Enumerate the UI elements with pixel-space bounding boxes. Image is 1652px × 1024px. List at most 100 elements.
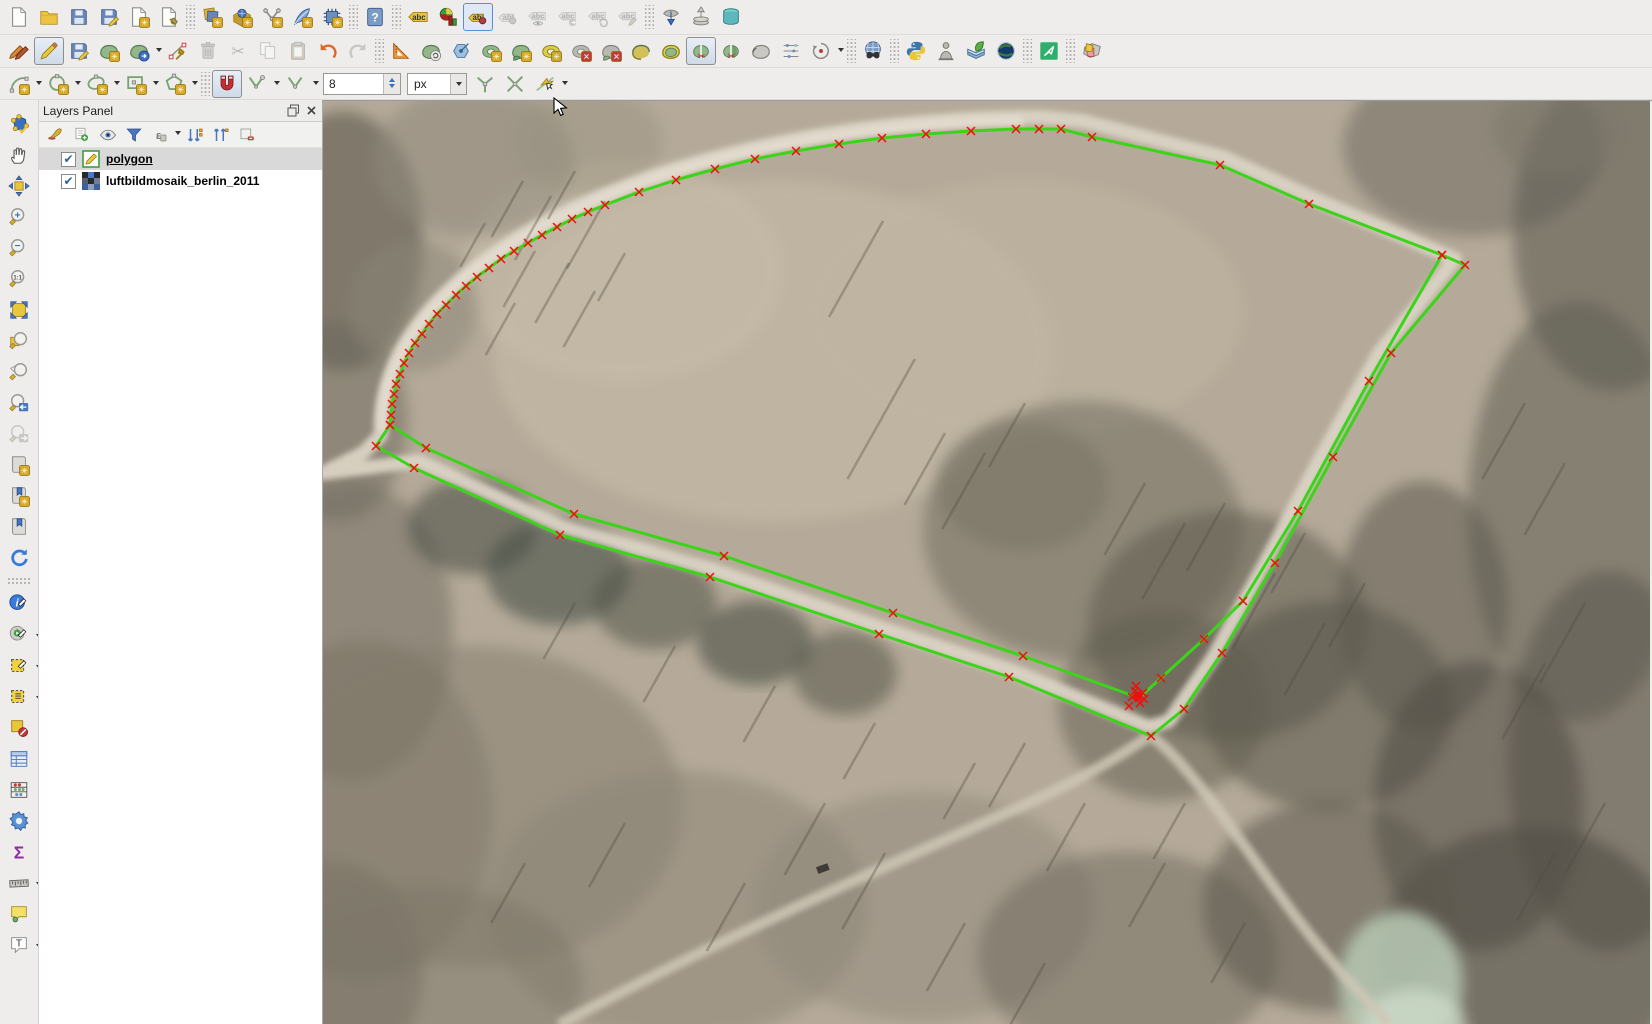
save-layer-edits-icon[interactable] [64, 37, 94, 65]
add-vector-layer-icon[interactable]: ✳ [197, 3, 227, 31]
attribute-table-icon[interactable] [4, 745, 34, 773]
snapping-mode-icon[interactable] [242, 70, 272, 98]
filter-expression-icon[interactable]: ε [147, 123, 173, 147]
enable-tracing-dropdown[interactable] [560, 71, 569, 97]
layer-name[interactable]: polygon [106, 152, 153, 166]
cad-tools-icon[interactable] [386, 37, 416, 65]
new-composer-icon[interactable]: ✳ [124, 3, 154, 31]
openlayers-icon[interactable] [991, 37, 1021, 65]
ellipse-dropdown[interactable] [112, 71, 121, 97]
new-shapefile-layer-icon[interactable]: ✳ [287, 3, 317, 31]
circular-arc-icon[interactable]: ✳ [4, 70, 34, 98]
select-features-menu-icon[interactable] [4, 683, 34, 711]
filter-expression-dropdown[interactable] [173, 124, 182, 146]
add-wms-layer-icon[interactable]: ✳ [227, 3, 257, 31]
current-edits-icon[interactable] [4, 37, 34, 65]
clipper-plugin-icon[interactable] [1077, 37, 1107, 65]
zoom-to-selection-icon[interactable] [4, 327, 34, 355]
reshape-features-icon[interactable] [626, 37, 656, 65]
save-project-as-icon[interactable] [94, 3, 124, 31]
quickmapservices-icon[interactable] [961, 37, 991, 65]
spinbox-arrows[interactable] [383, 74, 400, 94]
remove-layer-icon[interactable] [234, 123, 260, 147]
map-tips-icon[interactable] [4, 900, 34, 928]
rotate-point-symbols-dropdown[interactable] [836, 38, 845, 64]
help-icon[interactable]: ? [360, 3, 390, 31]
labeling-options-icon[interactable]: abc [403, 3, 433, 31]
circle-icon[interactable]: ✳ [43, 70, 73, 98]
layer-name[interactable]: luftbildmosaik_berlin_2011 [106, 174, 259, 188]
rectangle-dropdown[interactable] [151, 71, 160, 97]
bookmark-icon[interactable] [4, 513, 34, 541]
pan-map-icon[interactable] [4, 141, 34, 169]
delete-part-icon[interactable]: ✕ [596, 37, 626, 65]
run-feature-action-icon[interactable] [4, 621, 34, 649]
zoom-last-icon[interactable] [4, 389, 34, 417]
new-project-icon[interactable] [4, 3, 34, 31]
combobox-arrow[interactable] [450, 74, 466, 94]
split-parts-icon[interactable]: ✂ [716, 37, 746, 65]
open-project-icon[interactable] [34, 3, 64, 31]
regular-polygon-icon[interactable]: ✳ [160, 70, 190, 98]
undo-icon[interactable] [313, 37, 343, 65]
rotate-point-symbols-icon[interactable] [806, 37, 836, 65]
add-part-icon[interactable]: ✳ [506, 37, 536, 65]
metasearch-icon[interactable] [858, 37, 888, 65]
composer-manager-icon[interactable] [154, 3, 184, 31]
snap-intersections-icon[interactable] [500, 70, 530, 98]
db-import-icon[interactable] [656, 3, 686, 31]
processing-icon[interactable] [4, 807, 34, 835]
refresh-icon[interactable] [4, 544, 34, 572]
snap-tolerance-spinbox[interactable]: 8 [323, 73, 401, 95]
float-panel-icon[interactable] [287, 104, 300, 117]
enable-snapping-icon[interactable] [212, 70, 242, 98]
new-bookmark-icon[interactable]: ✳ [4, 451, 34, 479]
zoom-to-layer-icon[interactable] [4, 358, 34, 386]
python-console-icon[interactable] [901, 37, 931, 65]
snapping-type-dropdown[interactable] [311, 71, 320, 97]
snapping-type-icon[interactable] [281, 70, 311, 98]
layer-visibility-checkbox[interactable]: ✔ [61, 152, 76, 167]
layer-visibility-checkbox[interactable]: ✔ [61, 174, 76, 189]
snap-units-combobox[interactable]: px [407, 73, 467, 95]
regular-polygon-dropdown[interactable] [190, 71, 199, 97]
delete-ring-icon[interactable]: ✕ [566, 37, 596, 65]
toggle-editing-icon[interactable] [34, 37, 64, 65]
field-calculator-icon[interactable] [4, 776, 34, 804]
add-ring-icon[interactable]: ✳ [476, 37, 506, 65]
diagram-options-icon[interactable] [433, 3, 463, 31]
database-icon[interactable] [716, 3, 746, 31]
filter-legend-icon[interactable] [121, 123, 147, 147]
db-export-icon[interactable] [686, 3, 716, 31]
statistics-icon[interactable]: Σ [4, 838, 34, 866]
add-feature-icon[interactable]: ✳ [94, 37, 124, 65]
circle-dropdown[interactable] [73, 71, 82, 97]
expand-all-icon[interactable] [182, 123, 208, 147]
rectangle-icon[interactable]: ✳ [121, 70, 151, 98]
move-feature-dropdown[interactable] [154, 38, 163, 64]
enable-tracing-icon[interactable] [530, 70, 560, 98]
text-annotation-icon[interactable]: T [4, 931, 34, 959]
layer-styling-icon[interactable] [43, 123, 69, 147]
circular-arc-dropdown[interactable] [34, 71, 43, 97]
zoom-in-icon[interactable]: + [4, 203, 34, 231]
identify-icon[interactable]: i [4, 590, 34, 618]
topological-editing-icon[interactable] [470, 70, 500, 98]
map-canvas[interactable] [323, 100, 1652, 1024]
move-feature-icon[interactable] [124, 37, 154, 65]
measure-icon[interactable] [4, 869, 34, 897]
pan-to-selection-icon[interactable] [4, 172, 34, 200]
deselect-features-icon[interactable] [4, 714, 34, 742]
ellipse-icon[interactable]: ✳ [82, 70, 112, 98]
offset-curve-icon[interactable] [656, 37, 686, 65]
show-bookmarks-icon[interactable]: ✳ [4, 482, 34, 510]
merge-attributes-icon[interactable] [776, 37, 806, 65]
add-group-icon[interactable] [69, 123, 95, 147]
layer-item-luftbildmosaik_berlin_2011[interactable]: ✔ luftbildmosaik_berlin_2011 [39, 170, 322, 192]
merge-features-icon[interactable] [746, 37, 776, 65]
touch-zoom-pan-icon[interactable] [4, 110, 34, 138]
save-project-icon[interactable] [64, 3, 94, 31]
simplify-feature-icon[interactable] [446, 37, 476, 65]
fill-ring-icon[interactable]: ✳ [536, 37, 566, 65]
pin-labels-icon[interactable]: ab [463, 3, 493, 31]
